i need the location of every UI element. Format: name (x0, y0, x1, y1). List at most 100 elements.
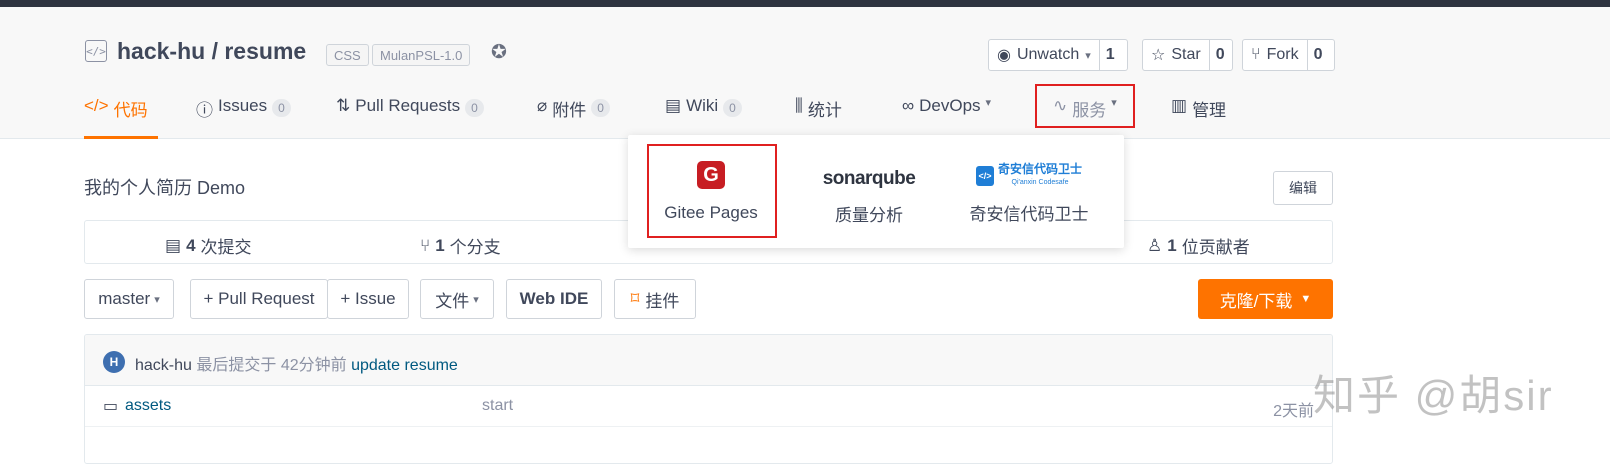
tab-stats[interactable]: ⫼ 统计 (795, 96, 842, 136)
stat-commits[interactable]: ▤ 4 次提交 (165, 233, 252, 258)
stat-branches[interactable]: ⑂ 1 个分支 (420, 233, 501, 258)
watch-count[interactable]: 1 (1098, 40, 1121, 70)
recommend-badge-icon: ✪ (491, 42, 507, 63)
stat-contributors[interactable]: ♙ 1 位贡献者 (1147, 233, 1250, 258)
dropdown-item-sonarqube[interactable]: sonarqube 质量分析 (806, 135, 932, 248)
folder-icon: ▭ (103, 398, 119, 415)
commits-label: 次提交 (200, 238, 252, 257)
branch-select[interactable]: master ▾ (84, 279, 174, 319)
contributors-icon: ♙ (1147, 235, 1163, 255)
qianxin-logo-subtext: Qi'anxin Codesafe (1011, 179, 1069, 186)
infinity-icon: ∞ (902, 96, 915, 115)
fork-button[interactable]: ⑂ Fork 0 (1242, 39, 1335, 71)
file-commit-message[interactable]: start (482, 397, 513, 415)
tab-wiki[interactable]: ▤ Wiki 0 (665, 96, 742, 136)
chevron-down-icon: ▾ (154, 293, 160, 306)
repo-owner-link[interactable]: hack-hu (117, 38, 205, 64)
sonarqube-logo-icon: sonarqube (822, 168, 916, 189)
qianxin-logo-text: 奇安信代码卫士 (997, 162, 1082, 176)
top-navbar (0, 0, 1610, 7)
latest-commit-text: hack-hu 最后提交于 42分钟前 update resume (135, 351, 458, 375)
tab-devops-label: DevOps (919, 96, 981, 115)
repo-description: 我的个人简历 Demo (84, 178, 246, 198)
tab-pull-requests[interactable]: ⇅ Pull Requests 0 (336, 96, 484, 136)
license-tag[interactable]: MulanPSL-1.0 (372, 44, 471, 66)
tab-admin[interactable]: ▥ 管理 (1171, 96, 1226, 136)
chevron-down-icon: ▾ (473, 293, 479, 306)
branch-icon: ⑂ (420, 235, 431, 255)
contributors-count: 1 (1167, 235, 1177, 255)
widget-label: 挂件 (645, 291, 680, 311)
services-highlight-box (1035, 84, 1135, 128)
tab-wiki-label: Wiki (686, 96, 719, 115)
fork-label: Fork (1266, 46, 1299, 63)
fork-count[interactable]: 0 (1306, 40, 1329, 70)
eye-icon: ◉ (997, 47, 1011, 64)
issue-icon: ⓘ (196, 101, 213, 120)
file-name-link[interactable]: assets (125, 397, 171, 415)
avatar[interactable]: H (103, 351, 125, 373)
tab-wiki-count: 0 (723, 99, 742, 117)
fork-icon: ⑂ (1251, 46, 1261, 63)
watch-label: Unwatch (1016, 46, 1080, 63)
star-icon: ☆ (1151, 47, 1166, 64)
branches-count: 1 (435, 235, 445, 255)
commit-icon: ▤ (165, 235, 182, 255)
tab-attachments[interactable]: ⌀ 附件 0 (537, 96, 610, 136)
tab-stats-label: 统计 (807, 101, 842, 120)
qianxin-label: 奇安信代码卫士 (969, 205, 1089, 224)
chevron-down-icon: ▾ (1085, 49, 1091, 62)
settings-doc-icon: ▥ (1171, 96, 1188, 115)
table-row[interactable]: ▭ assets start 2天前 (85, 386, 1332, 427)
file-time: 2天前 (1273, 403, 1314, 420)
contributors-label: 位贡献者 (1181, 238, 1250, 257)
branches-label: 个分支 (449, 238, 501, 257)
tab-attachments-label: 附件 (552, 101, 587, 120)
tab-issues-count: 0 (272, 99, 291, 117)
bar-chart-icon: ⫼ (795, 96, 803, 115)
pr-icon: ⇅ (336, 96, 351, 115)
tab-code[interactable]: </> 代码 (84, 96, 158, 139)
file-menu-button[interactable]: 文件 ▾ (420, 279, 494, 319)
commit-meta: 最后提交于 42分钟前 (196, 357, 347, 374)
watermark: 知乎 @胡sir (1313, 372, 1554, 419)
qianxin-logo: </> 奇安信代码卫士 Qi'anxin Codesafe (946, 163, 1112, 189)
file-list: H hack-hu 最后提交于 42分钟前 update resume ▭ as… (84, 334, 1333, 464)
repo-icon: </> (85, 40, 107, 62)
star-button[interactable]: ☆ Star 0 (1142, 39, 1233, 71)
tab-pull-requests-label: Pull Requests (355, 96, 461, 115)
file-menu-label: 文件 (435, 291, 470, 311)
book-icon: ▤ (665, 96, 682, 115)
repo-name-link[interactable]: resume (224, 38, 306, 64)
star-count[interactable]: 0 (1208, 40, 1231, 70)
clone-download-button[interactable]: 克隆/下载 ▼ (1198, 279, 1333, 319)
tab-issues[interactable]: ⓘ Issues 0 (196, 96, 291, 136)
repo-separator: / (205, 38, 225, 64)
tab-admin-label: 管理 (1192, 101, 1227, 120)
widget-button[interactable]: ⌑ 挂件 (614, 279, 696, 319)
watch-button[interactable]: ◉ Unwatch ▾ 1 (988, 39, 1128, 71)
language-tag[interactable]: CSS (326, 44, 369, 66)
tab-attachments-count: 0 (591, 99, 610, 117)
code-icon: </> (84, 96, 109, 115)
latest-commit-row: H hack-hu 最后提交于 42分钟前 update resume (85, 335, 1332, 386)
tab-devops[interactable]: ∞ DevOps ▾ (902, 96, 991, 136)
gitee-pages-highlight-box (647, 144, 777, 238)
new-issue-button[interactable]: + Issue (327, 279, 409, 319)
commit-author[interactable]: hack-hu (135, 357, 192, 374)
tab-pull-requests-count: 0 (465, 99, 484, 117)
table-row[interactable] (85, 427, 1332, 463)
web-ide-button[interactable]: Web IDE (506, 279, 602, 319)
quality-analysis-label: 质量分析 (835, 206, 903, 225)
shield-icon: </> (975, 166, 994, 186)
paperclip-icon: ⌀ (537, 96, 548, 115)
chevron-down-icon: ▼ (1300, 293, 1312, 305)
commit-message-link[interactable]: update resume (351, 357, 458, 374)
tab-issues-label: Issues (218, 96, 268, 115)
new-pull-request-button[interactable]: + Pull Request (190, 279, 328, 319)
edit-description-button[interactable]: 编辑 (1273, 171, 1333, 205)
tab-code-label: 代码 (113, 101, 148, 120)
branch-name: master (98, 289, 151, 308)
clone-label: 克隆/下载 (1219, 291, 1293, 311)
dropdown-item-qianxin[interactable]: </> 奇安信代码卫士 Qi'anxin Codesafe 奇安信代码卫士 (946, 135, 1112, 248)
